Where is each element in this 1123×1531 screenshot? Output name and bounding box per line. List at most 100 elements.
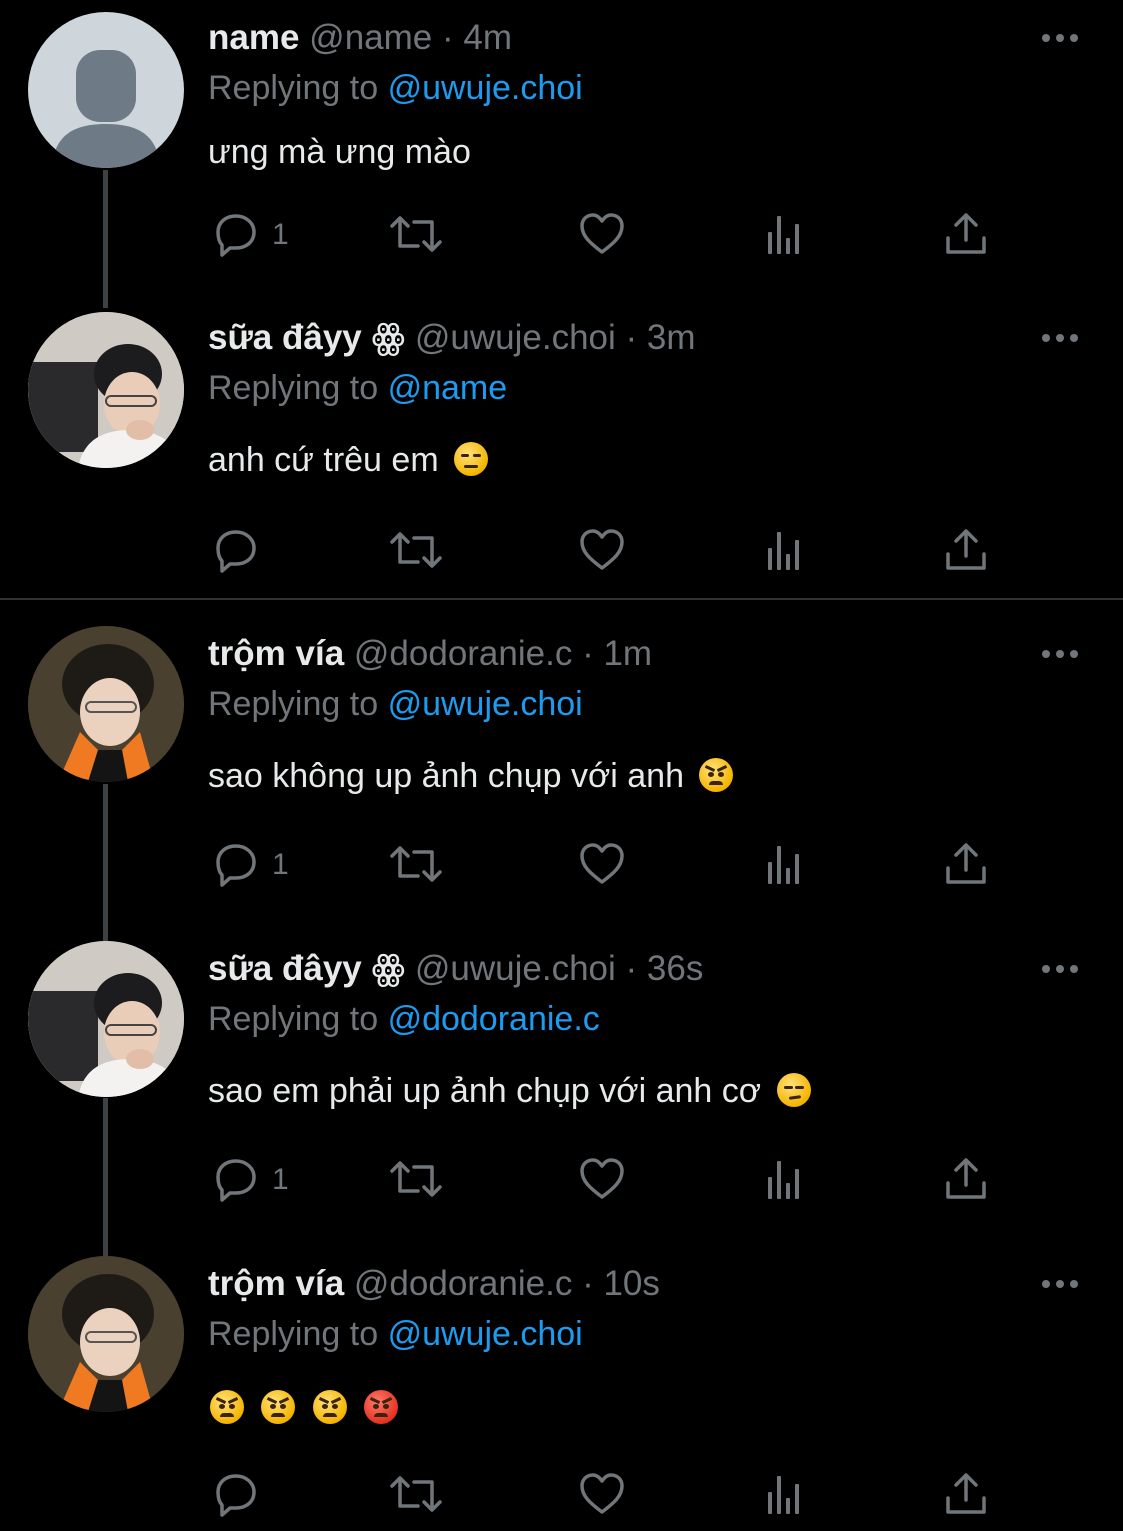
handle[interactable]: @dodoranie.c [354, 1264, 572, 1303]
tweet-header: trộm vía @dodoranie.c · 10s [208, 1264, 660, 1304]
share-button[interactable] [944, 1470, 988, 1520]
reply-button[interactable] [212, 526, 260, 576]
views-button[interactable] [764, 210, 804, 260]
tweet[interactable]: trộm vía @dodoranie.c · 1m Replying to @… [0, 614, 1123, 929]
tweet-header: sữa đâyy ꙮ @uwuje.choi · 36s [208, 949, 703, 989]
share-button[interactable] [944, 526, 988, 576]
avatar-default[interactable] [28, 12, 184, 168]
replying-to: Replying to @uwuje.choi [208, 1314, 583, 1354]
profile-photo [28, 941, 184, 1097]
share-button[interactable] [944, 210, 988, 260]
tweet[interactable]: sữa đâyy ꙮ @uwuje.choi · 3m Replying to … [0, 300, 1123, 598]
reply-button[interactable]: 1 [212, 1155, 289, 1205]
tweet[interactable]: sữa đâyy ꙮ @uwuje.choi · 36s Replying to… [0, 929, 1123, 1244]
views-icon [768, 1476, 799, 1514]
tweet-header: name @name · 4m [208, 18, 512, 58]
timestamp[interactable]: 3m [647, 318, 696, 357]
handle[interactable]: @uwuje.choi [415, 318, 616, 357]
handle[interactable]: @dodoranie.c [354, 634, 572, 673]
more-options-icon[interactable] [1040, 32, 1080, 44]
more-options-icon[interactable] [1040, 1278, 1080, 1290]
display-name[interactable]: trộm vía [208, 1264, 344, 1303]
views-button[interactable] [764, 1155, 804, 1205]
retweet-button[interactable] [388, 1155, 444, 1205]
retweet-icon [390, 1476, 442, 1512]
action-bar: 1 [208, 840, 1028, 890]
tweet-header: sữa đâyy ꙮ @uwuje.choi · 3m [208, 318, 696, 358]
reply-icon [216, 844, 256, 887]
retweet-button[interactable] [388, 526, 444, 576]
expressionless-face-emoji [454, 442, 489, 476]
retweet-icon [390, 846, 442, 882]
like-button[interactable] [578, 1155, 626, 1205]
action-bar: 1 [208, 210, 1028, 260]
reply-mention-link[interactable]: @uwuje.choi [388, 69, 583, 107]
heart-icon [580, 1473, 624, 1514]
like-button[interactable] [578, 526, 626, 576]
timestamp[interactable]: 10s [603, 1264, 659, 1303]
heart-icon [580, 1158, 624, 1199]
display-name[interactable]: sữa đâyy ꙮ [208, 318, 405, 357]
unamused-face-emoji [776, 1073, 811, 1107]
like-button[interactable] [578, 840, 626, 890]
reply-mention-link[interactable]: @uwuje.choi [388, 685, 583, 723]
reply-mention-link[interactable]: @name [388, 369, 508, 407]
replying-to-label: Replying to [208, 685, 379, 723]
pouting-face-emoji [364, 1390, 399, 1424]
like-button[interactable] [578, 210, 626, 260]
retweet-button[interactable] [388, 210, 444, 260]
like-button[interactable] [578, 1470, 626, 1520]
timestamp[interactable]: 36s [647, 949, 703, 988]
tweet[interactable]: name @name · 4m Replying to @uwuje.choi … [0, 0, 1123, 300]
avatar-photo[interactable] [28, 941, 184, 1097]
more-options-icon[interactable] [1040, 332, 1080, 344]
tweet-header: trộm vía @dodoranie.c · 1m [208, 634, 652, 674]
views-button[interactable] [764, 1470, 804, 1520]
share-icon [946, 843, 986, 884]
display-name[interactable]: sữa đâyy ꙮ [208, 949, 405, 988]
reply-mention-link[interactable]: @uwuje.choi [388, 1315, 583, 1353]
heart-icon [580, 843, 624, 884]
display-name[interactable]: trộm vía [208, 634, 344, 673]
more-options-icon[interactable] [1040, 648, 1080, 660]
avatar-photo[interactable] [28, 312, 184, 468]
separator: · [582, 634, 594, 673]
handle[interactable]: @name [309, 18, 432, 57]
reply-button[interactable]: 1 [212, 840, 289, 890]
reply-mention-link[interactable]: @dodoranie.c [388, 1000, 600, 1038]
share-button[interactable] [944, 1155, 988, 1205]
reply-count: 1 [272, 1163, 289, 1196]
retweet-button[interactable] [388, 1470, 444, 1520]
display-name[interactable]: name [208, 18, 299, 57]
separator: · [442, 18, 454, 57]
tweet-text [204, 1388, 399, 1428]
share-icon [946, 1473, 986, 1514]
conversation-divider [0, 598, 1123, 600]
retweet-button[interactable] [388, 840, 444, 890]
tweet-text-content: sao không up ảnh chụp với anh [208, 757, 684, 795]
tweet-text: anh cứ trêu em [208, 440, 489, 480]
share-icon [946, 213, 986, 254]
default-avatar-icon [52, 50, 160, 168]
reply-button[interactable] [212, 1470, 260, 1520]
handle[interactable]: @uwuje.choi [415, 949, 616, 988]
separator: · [625, 318, 638, 357]
action-bar: 1 [208, 1155, 1028, 1205]
timestamp[interactable]: 1m [603, 634, 652, 673]
views-button[interactable] [764, 840, 804, 890]
retweet-icon [390, 532, 442, 568]
avatar-photo[interactable] [28, 1256, 184, 1412]
more-options-icon[interactable] [1040, 963, 1080, 975]
avatar-photo[interactable] [28, 626, 184, 782]
views-button[interactable] [764, 526, 804, 576]
angry-face-emoji [699, 758, 734, 792]
tweet-text: sao em phải up ảnh chụp với anh cơ [208, 1071, 811, 1111]
tweet[interactable]: trộm vía @dodoranie.c · 10s Replying to … [0, 1244, 1123, 1531]
views-icon [768, 532, 799, 570]
replying-to-label: Replying to [208, 69, 379, 107]
reply-button[interactable]: 1 [212, 210, 289, 260]
replying-to: Replying to @uwuje.choi [208, 68, 583, 108]
retweet-icon [390, 1161, 442, 1197]
timestamp[interactable]: 4m [463, 18, 512, 57]
share-button[interactable] [944, 840, 988, 890]
